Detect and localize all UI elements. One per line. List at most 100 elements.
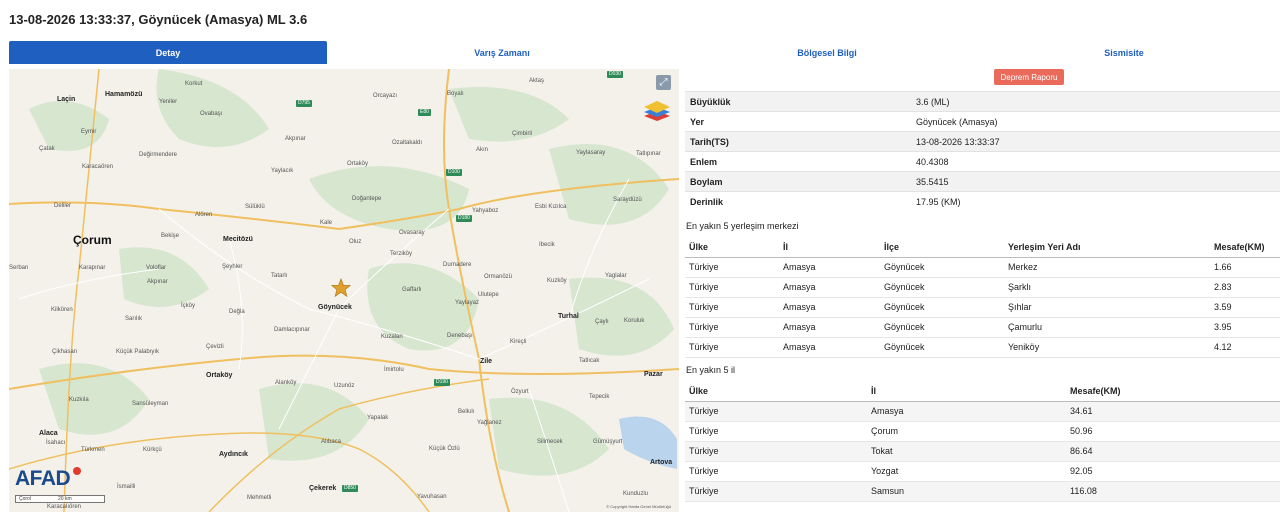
table-cell: Amasya <box>867 401 1066 422</box>
map-label: Alıbaca <box>321 439 342 445</box>
map-city: Laçin <box>57 96 76 103</box>
expand-icon[interactable]: ⤢ <box>656 75 671 90</box>
page-title: 13-08-2026 13:33:37, Göynücek (Amasya) M… <box>9 12 308 27</box>
map-city: Aydıncık <box>219 451 248 458</box>
column-header: Mesafe(KM) <box>1066 381 1280 402</box>
table-row: Türkiye Amasya Göynücek Çamurlu 3.95 <box>685 317 1280 338</box>
table-cell: 86.64 <box>1066 441 1280 462</box>
table-row: Türkiye Amasya Göynücek Merkez 1.66 <box>685 257 1280 278</box>
info-key: Yer <box>685 111 911 132</box>
column-header: İl <box>867 381 1066 402</box>
info-row: Tarih(TS) 13-08-2026 13:33:37 <box>685 131 1280 152</box>
map-label: Akpınar <box>147 279 168 285</box>
map-label: Yapalak <box>367 415 389 421</box>
table-cell: 3.95 <box>1210 317 1280 338</box>
table-cell: Türkiye <box>685 337 779 358</box>
table-cell: Türkiye <box>685 317 779 338</box>
map-label: Akın <box>476 147 489 153</box>
map-label: Kunduzlu <box>623 491 649 497</box>
layers-icon[interactable] <box>643 99 671 123</box>
map-city: Mecitözü <box>223 236 253 243</box>
map-label: Terziköy <box>390 251 413 257</box>
map-label: Ibecik <box>539 242 555 248</box>
map-city: Zile <box>480 358 493 365</box>
road-badge: D030 <box>607 71 623 78</box>
info-value: 13-08-2026 13:33:37 <box>911 131 1280 152</box>
tab-sismisite[interactable]: Sismisite <box>977 41 1271 64</box>
map-label: Değla <box>229 309 245 315</box>
table-row: Türkiye Yozgat 92.05 <box>685 461 1280 482</box>
table-cell: Türkiye <box>685 401 867 422</box>
info-value: 17.95 (KM) <box>911 191 1280 212</box>
map-label: Gümüşyurt <box>593 439 623 445</box>
map-copyright: © Copyright Harita Genel Müdürlüğü <box>606 504 671 509</box>
road-badge: D795 <box>296 100 312 107</box>
table-cell: 2.83 <box>1210 277 1280 298</box>
nearest-settlements-title: En yakın 5 yerleşim merkezi <box>686 221 799 231</box>
map-label: Kuzköy <box>547 278 567 284</box>
map-label: Küçük Özlü <box>429 446 460 452</box>
table-cell: Samsun <box>867 481 1066 502</box>
map-label: Esbi Kızılca <box>535 204 567 210</box>
map-label: Yağlanez <box>477 420 502 426</box>
table-cell: 4.12 <box>1210 337 1280 358</box>
map-label: Karacalıören <box>47 504 82 510</box>
table-row: Türkiye Amasya 34.61 <box>685 401 1280 422</box>
map-label-corum: Çorum <box>73 233 112 247</box>
table-cell: Yeniköy <box>1004 337 1210 358</box>
map-label: Orcayazı <box>373 93 398 99</box>
tab-varis-zamani[interactable]: Varış Zamanı <box>327 41 677 64</box>
map-label: Sarılık <box>125 316 143 322</box>
map-label: Çimbirli <box>512 131 532 137</box>
nearest-provinces-table: Ülke İl Mesafe(KM) Türkiye Amasya 34.61 Tü… <box>685 381 1280 502</box>
table-cell: Tokat <box>867 441 1066 462</box>
map-label: Yavuhasan <box>417 494 447 500</box>
map-city: Göynücek <box>318 304 352 311</box>
map-label: İsmailli <box>117 484 136 490</box>
road-badge: D100 <box>446 169 462 176</box>
map-label: Değirmendere <box>139 152 178 158</box>
map-label: Tepecik <box>589 394 610 400</box>
nearest-settlements-table: Ülke İl İlçe Yerleşim Yeri Adı Mesafe(KM… <box>685 237 1280 358</box>
map-label: İçköy <box>181 303 196 309</box>
table-cell: 116.08 <box>1066 481 1280 502</box>
table-cell: Şıhlar <box>1004 297 1210 318</box>
info-row: Derinlik 17.95 (KM) <box>685 191 1280 212</box>
table-cell: Türkiye <box>685 421 867 442</box>
map-label: Çikhasan <box>52 349 78 355</box>
tab-detay[interactable]: Detay <box>9 41 327 64</box>
column-header: İl <box>779 237 880 258</box>
earthquake-report-button[interactable]: Deprem Raporu <box>994 69 1064 85</box>
tab-bolgesel-bilgi[interactable]: Bölgesel Bilgi <box>677 41 977 64</box>
table-cell: 34.61 <box>1066 401 1280 422</box>
map-label: Tatarlı <box>271 273 288 279</box>
info-key: Büyüklük <box>685 91 911 112</box>
map-label: Doğantepe <box>352 196 382 202</box>
earthquake-info-table: Büyüklük 3.6 (ML) Yer Göynücek (Amasya) Ta… <box>685 91 1280 212</box>
map-label: Yaylayaz <box>455 300 479 306</box>
map-label: Sülüklü <box>245 204 265 210</box>
map-city: Ortaköy <box>206 372 233 379</box>
star-icon[interactable] <box>331 278 351 298</box>
scale-left-label: Çorol <box>19 496 31 502</box>
map-label: Bekişe <box>161 233 180 239</box>
map-label: Deliler <box>54 203 72 209</box>
map-label: Küçük Palabıyık <box>116 349 160 355</box>
table-cell: Amasya <box>779 277 880 298</box>
afad-logo: AFAD <box>15 467 71 490</box>
map-label: Voloflar <box>146 265 167 271</box>
map-label: Yaylacık <box>271 168 294 174</box>
epicenter-map[interactable]: Çorum Laçin Hamamözü Mecitözü Göynücek T… <box>9 69 679 512</box>
table-row: Türkiye Samsun 116.08 <box>685 481 1280 502</box>
map-label: Alören <box>195 212 213 218</box>
map-label: Durnadere <box>443 262 472 268</box>
nearest-provinces-title: En yakın 5 il <box>686 365 736 375</box>
road-badge: D180 <box>456 215 472 222</box>
info-key: Enlem <box>685 151 911 172</box>
map-label: Kilkören <box>51 307 73 313</box>
map-label: Çatak <box>39 146 55 152</box>
table-cell: Türkiye <box>685 481 867 502</box>
map-label: Yeniler <box>159 99 178 105</box>
info-key: Tarih(TS) <box>685 131 911 152</box>
table-cell: Göynücek <box>880 317 1004 338</box>
